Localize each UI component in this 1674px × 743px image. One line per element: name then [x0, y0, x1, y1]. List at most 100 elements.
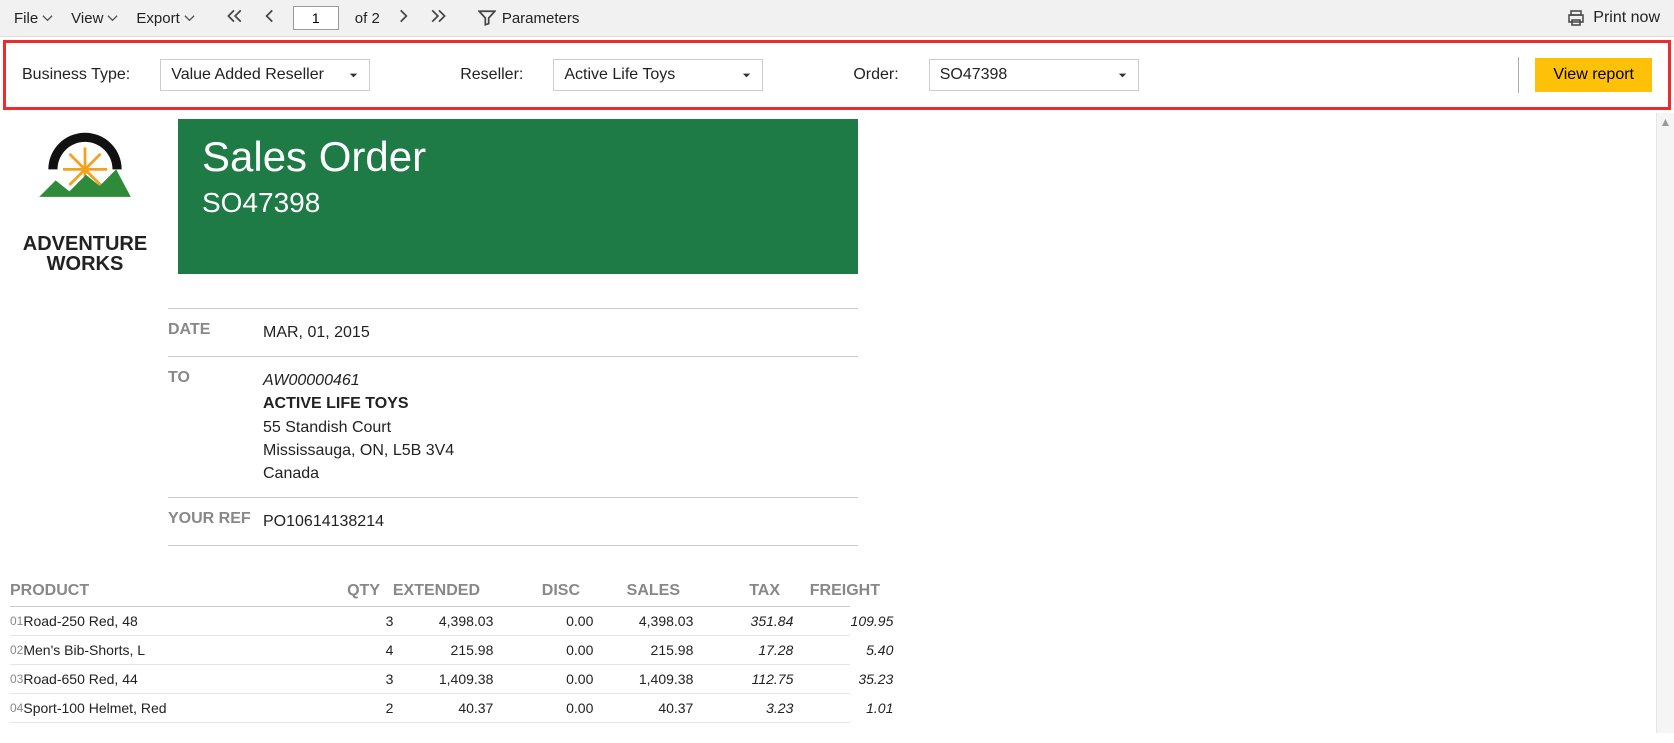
row-sales: 40.37: [593, 700, 693, 716]
addr-line-2: Mississauga, ON, L5B 3V4: [263, 439, 454, 462]
export-menu[interactable]: Export: [136, 10, 194, 27]
row-extended: 4,398.03: [393, 613, 493, 629]
view-label: View: [71, 10, 103, 27]
col-qty: QTY: [280, 582, 380, 600]
page-navigation: of 2: [221, 6, 452, 30]
business-type-label: Business Type:: [22, 66, 130, 84]
table-row: 03Road-650 Red, 4431,409.380.001,409.381…: [10, 665, 850, 694]
prev-page-button: [257, 7, 283, 29]
order-info: DATE MAR, 01, 2015 TO AW00000461 ACTIVE …: [168, 308, 858, 546]
table-row: 02Men's Bib-Shorts, L4215.980.00215.9817…: [10, 636, 850, 665]
print-icon: [1567, 9, 1585, 27]
caret-down-icon: [741, 70, 752, 81]
row-extended: 1,409.38: [393, 671, 493, 687]
first-page-icon: [225, 7, 243, 25]
date-value: MAR, 01, 2015: [263, 321, 370, 344]
file-label: File: [14, 10, 38, 27]
row-freight: 5.40: [793, 642, 893, 658]
row-disc: 0.00: [493, 642, 593, 658]
to-address: AW00000461 ACTIVE LIFE TOYS 55 Standish …: [263, 369, 454, 485]
row-product: Men's Bib-Shorts, L: [23, 642, 293, 658]
row-product: Road-650 Red, 44: [23, 671, 293, 687]
col-disc: DISC: [480, 582, 580, 600]
print-button[interactable]: Print now: [1567, 9, 1660, 27]
report-viewer: ADVENTURE WORKS Sales Order SO47398 DATE…: [0, 113, 1674, 733]
page-number-input[interactable]: [293, 6, 339, 30]
row-idx: 04: [10, 701, 23, 715]
order-number: SO47398: [202, 187, 834, 219]
order-dropdown[interactable]: SO47398: [929, 59, 1139, 91]
last-page-icon: [430, 7, 448, 25]
table-header: PRODUCT QTY EXTENDED DISC SALES TAX FREI…: [10, 576, 850, 607]
row-tax: 17.28: [693, 642, 793, 658]
col-tax: TAX: [680, 582, 780, 600]
table-row: 01Road-250 Red, 4834,398.030.004,398.033…: [10, 607, 850, 636]
row-freight: 35.23: [793, 671, 893, 687]
row-idx: 03: [10, 672, 23, 686]
col-sales: SALES: [580, 582, 680, 600]
customer-code: AW00000461: [263, 369, 454, 392]
caret-down-icon: [348, 70, 359, 81]
report-toolbar: File View Export of 2 Parameters: [0, 0, 1674, 37]
row-extended: 40.37: [393, 700, 493, 716]
logo-text-1: ADVENTURE: [10, 234, 160, 254]
parameters-toggle[interactable]: Parameters: [478, 9, 580, 27]
report-title: Sales Order: [202, 133, 834, 181]
filter-icon: [478, 9, 496, 27]
business-type-dropdown[interactable]: Value Added Reseller: [160, 59, 370, 91]
to-label: TO: [168, 369, 263, 485]
row-sales: 215.98: [593, 642, 693, 658]
chevron-left-icon: [261, 7, 279, 25]
row-qty: 3: [293, 613, 393, 629]
business-type-value: Value Added Reseller: [171, 66, 324, 84]
ref-value: PO10614138214: [263, 510, 384, 533]
adventureworks-logo: ADVENTURE WORKS: [10, 119, 160, 274]
row-tax: 3.23: [693, 700, 793, 716]
print-label: Print now: [1593, 9, 1660, 27]
row-freight: 1.01: [793, 700, 893, 716]
parameter-panel: Business Type: Value Added Reseller Rese…: [3, 40, 1671, 110]
view-menu[interactable]: View: [71, 10, 118, 27]
row-product: Sport-100 Helmet, Red: [23, 700, 293, 716]
reseller-dropdown[interactable]: Active Life Toys: [553, 59, 763, 91]
row-extended: 215.98: [393, 642, 493, 658]
scroll-up-icon[interactable]: ▲: [1657, 113, 1674, 131]
page-total: of 2: [355, 10, 380, 27]
customer-name: ACTIVE LIFE TOYS: [263, 392, 454, 415]
addr-line-1: 55 Standish Court: [263, 416, 454, 439]
ref-label: YOUR REF: [168, 510, 263, 533]
row-qty: 4: [293, 642, 393, 658]
col-freight: FREIGHT: [780, 582, 880, 600]
row-idx: 02: [10, 643, 23, 657]
logo-icon: [30, 119, 140, 229]
col-product: PRODUCT: [10, 582, 280, 600]
export-label: Export: [136, 10, 179, 27]
last-page-button[interactable]: [426, 7, 452, 29]
order-label: Order:: [853, 66, 898, 84]
reseller-value: Active Life Toys: [564, 66, 675, 84]
row-disc: 0.00: [493, 671, 593, 687]
report-title-banner: Sales Order SO47398: [178, 119, 858, 274]
chevron-down-icon: [184, 13, 195, 24]
date-label: DATE: [168, 321, 263, 344]
row-idx: 01: [10, 614, 23, 628]
first-page-button: [221, 7, 247, 29]
row-qty: 3: [293, 671, 393, 687]
caret-down-icon: [1117, 70, 1128, 81]
chevron-right-icon: [394, 7, 412, 25]
col-extended: EXTENDED: [380, 582, 480, 600]
row-freight: 109.95: [793, 613, 893, 629]
chevron-down-icon: [107, 13, 118, 24]
file-menu[interactable]: File: [14, 10, 53, 27]
vertical-scrollbar[interactable]: ▲: [1656, 113, 1674, 733]
chevron-down-icon: [42, 13, 53, 24]
parameters-label: Parameters: [502, 10, 580, 27]
row-sales: 1,409.38: [593, 671, 693, 687]
reseller-label: Reseller:: [460, 66, 523, 84]
row-disc: 0.00: [493, 700, 593, 716]
view-report-button[interactable]: View report: [1535, 58, 1652, 92]
row-tax: 112.75: [693, 671, 793, 687]
row-qty: 2: [293, 700, 393, 716]
next-page-button[interactable]: [390, 7, 416, 29]
table-row: 04Sport-100 Helmet, Red240.370.0040.373.…: [10, 694, 850, 723]
